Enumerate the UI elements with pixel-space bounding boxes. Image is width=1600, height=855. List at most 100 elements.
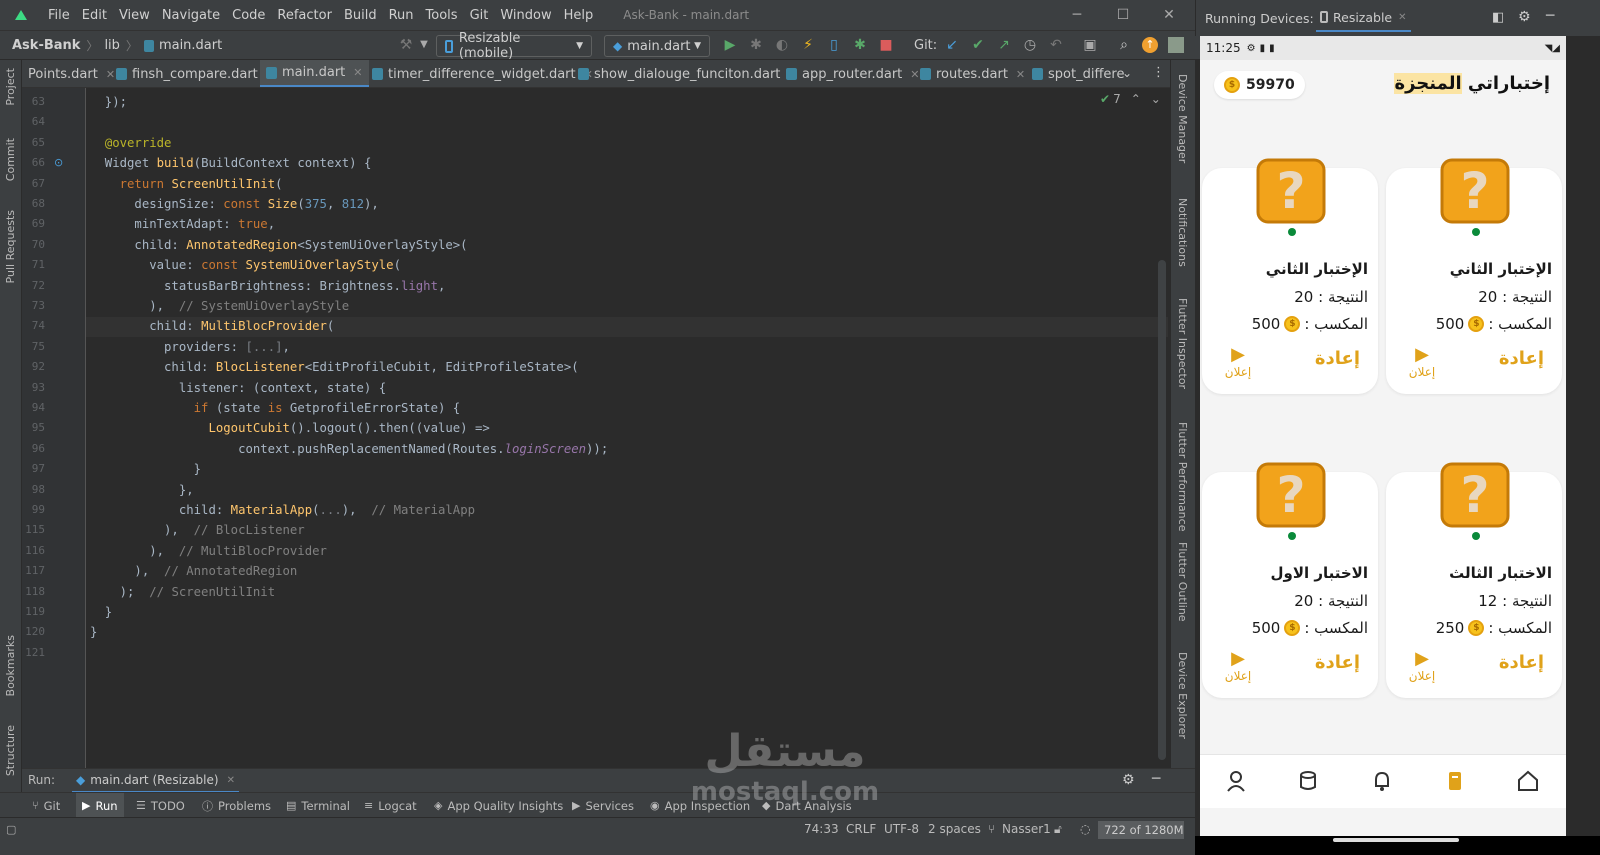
tool-device-manager[interactable]: Device Manager (1176, 74, 1189, 163)
code-line[interactable]: return ScreenUtilInit( (90, 174, 283, 194)
git-push-icon[interactable]: ↗ (996, 37, 1012, 53)
git-update-icon[interactable]: ↙ (944, 37, 960, 53)
code-line[interactable]: }, (90, 480, 194, 500)
bell-icon[interactable] (1370, 769, 1394, 793)
menu-build[interactable]: Build (338, 8, 383, 23)
menu-view[interactable]: View (113, 8, 156, 23)
override-marker-icon[interactable]: ⊙ (54, 153, 63, 173)
panel-toggle-icon[interactable]: ▢ (6, 823, 16, 836)
close-icon[interactable]: ✕ (1398, 12, 1406, 23)
code-line[interactable]: child: MultiBlocProvider( (90, 316, 334, 336)
hot-reload-icon[interactable]: ⚡ (800, 37, 816, 53)
coins-stack-icon[interactable] (1296, 769, 1320, 793)
code-line[interactable]: minTextAdapt: true, (90, 214, 275, 234)
tool-app-quality-insights[interactable]: ◈ App Quality Insights (434, 793, 563, 818)
chevron-down-icon[interactable]: ▼ (416, 37, 432, 53)
code-line[interactable]: } (90, 622, 97, 642)
breadcrumb-project[interactable]: Ask-Bank (12, 38, 80, 53)
search-icon[interactable]: ⌕ (1116, 37, 1132, 53)
history-icon[interactable]: ◷ (1022, 37, 1038, 53)
menu-tools[interactable]: Tools (420, 8, 464, 23)
menu-refactor[interactable]: Refactor (271, 8, 338, 23)
more-options-icon[interactable]: ⋮ (1152, 65, 1165, 80)
code-line[interactable]: } (90, 459, 201, 479)
device-screen[interactable]: 11:25 ⚙ ▮ ▮ ◥◢ $ 59970 إختباراتي المنجزة… (1200, 36, 1566, 840)
run-icon[interactable]: ▶ (722, 37, 738, 53)
code-line[interactable]: ), // MultiBlocProvider (90, 541, 327, 561)
close-icon[interactable]: ✕ (227, 775, 235, 786)
coverage-icon[interactable]: ◐ (774, 37, 790, 53)
code-line[interactable]: @override (90, 133, 172, 153)
tool-todo[interactable]: ☰ TODO (136, 793, 185, 818)
coin-balance[interactable]: $ 59970 (1214, 71, 1305, 99)
git-branch[interactable]: Nasser1 (1002, 822, 1051, 836)
caret-position[interactable]: 74:33 (804, 822, 839, 836)
close-window-icon[interactable]: ✕ (1146, 0, 1192, 30)
menu-window[interactable]: Window (494, 8, 557, 23)
debug-icon[interactable]: ✱ (748, 37, 764, 53)
tool-terminal[interactable]: ▤ Terminal (286, 793, 350, 818)
chevron-down-icon[interactable]: ⌄ (1122, 66, 1132, 80)
code-line[interactable]: if (state is GetprofileErrorState) { (90, 398, 461, 418)
run-tab[interactable]: ◆ main.dart (Resizable) ✕ (72, 769, 239, 793)
chevron-up-icon[interactable]: ⌃ (1131, 92, 1141, 106)
quiz-list-icon[interactable] (1444, 769, 1468, 793)
code-line[interactable]: child: BlocListener<EditProfileCubit, Ed… (90, 357, 579, 377)
tool-logcat[interactable]: ≡ Logcat (364, 793, 417, 818)
retry-button[interactable]: إعادة (1499, 652, 1544, 673)
file-encoding[interactable]: UTF-8 (884, 822, 919, 836)
tab-routes[interactable]: routes.dart ✕ (914, 60, 1031, 87)
update-icon[interactable]: ↑ (1142, 37, 1158, 53)
rollback-icon[interactable]: ↶ (1048, 37, 1064, 53)
code-editor[interactable]: }); @override Widget build(BuildContext … (86, 88, 1168, 768)
retry-button[interactable]: إعادة (1315, 652, 1360, 673)
code-line[interactable]: value: const SystemUiOverlayStyle( (90, 255, 401, 275)
tool-problems[interactable]: ⓘ Problems (202, 793, 271, 818)
tab-points[interactable]: Points.dart ✕ (22, 60, 121, 87)
watch-ad-button[interactable]: ▶ إعلان (1218, 648, 1258, 683)
attach-debugger-icon[interactable]: ✱ (852, 37, 868, 53)
tool-services[interactable]: ▶ Services (572, 793, 634, 818)
code-line[interactable]: ), // BlocListener (90, 520, 305, 540)
home-icon[interactable] (1516, 769, 1540, 793)
tab-app-router[interactable]: app_router.dart ✕ (780, 60, 925, 87)
tool-flutter-outline[interactable]: Flutter Outline (1176, 542, 1189, 622)
run-config-selector[interactable]: ◆ main.dart ▼ (604, 35, 710, 57)
tab-main[interactable]: main.dart ✕ (260, 60, 369, 87)
code-line[interactable]: child: MaterialApp(...), // MaterialApp (90, 500, 475, 520)
tool-notifications[interactable]: Notifications (1176, 198, 1189, 267)
tab-spot-difference[interactable]: spot_differe (1026, 60, 1130, 87)
settings-gear-icon[interactable]: ⚙ (1122, 772, 1135, 788)
code-line[interactable]: LogoutCubit().logout().then((value) => (90, 418, 489, 438)
chevron-down-icon[interactable]: ⌄ (1151, 92, 1161, 106)
avatar[interactable] (1168, 37, 1184, 53)
code-line[interactable]: ), // SystemUiOverlayStyle (90, 296, 349, 316)
tool-structure[interactable]: Structure (4, 725, 17, 776)
tool-flutter-inspector[interactable]: Flutter Inspector (1176, 298, 1189, 389)
code-line[interactable]: providers: [...], (90, 337, 290, 357)
menu-file[interactable]: File (42, 8, 76, 23)
code-line[interactable]: listener: (context, state) { (90, 378, 386, 398)
watch-ad-button[interactable]: ▶ إعلان (1402, 648, 1442, 683)
code-line[interactable]: ); // ScreenUtilInit (90, 582, 275, 602)
lock-icon[interactable]: 🔓︎ (1054, 822, 1062, 837)
hot-restart-icon[interactable]: ▯ (826, 37, 842, 53)
tab-finsh-compare[interactable]: finsh_compare.dart✕ (110, 60, 281, 87)
code-line[interactable]: context.pushReplacementNamed(Routes.logi… (90, 439, 608, 459)
minimize-icon[interactable]: ─ (1054, 0, 1100, 30)
hammer-icon[interactable]: ⚒ (398, 37, 414, 53)
maximize-icon[interactable]: ☐ (1100, 0, 1146, 30)
close-icon[interactable]: ✕ (353, 66, 362, 79)
home-indicator[interactable] (1333, 838, 1459, 842)
settings-gear-icon[interactable]: ⚙ (1518, 9, 1531, 25)
menu-help[interactable]: Help (558, 8, 600, 23)
retry-button[interactable]: إعادة (1315, 348, 1360, 369)
breadcrumb-file[interactable]: main.dart (159, 38, 222, 53)
quiz-card[interactable]: ? الإختبار الثاني النتيجة : 20 المكسب : $… (1386, 158, 1562, 394)
device-tab-resizable[interactable]: Resizable ✕ (1316, 4, 1411, 32)
tool-git[interactable]: ⑂ Git (32, 793, 60, 818)
tool-device-explorer[interactable]: Device Explorer (1176, 652, 1189, 739)
code-line[interactable]: Widget build(BuildContext context) { (90, 153, 372, 173)
device-mirror-icon[interactable]: ▣ (1082, 37, 1098, 53)
retry-button[interactable]: إعادة (1499, 348, 1544, 369)
